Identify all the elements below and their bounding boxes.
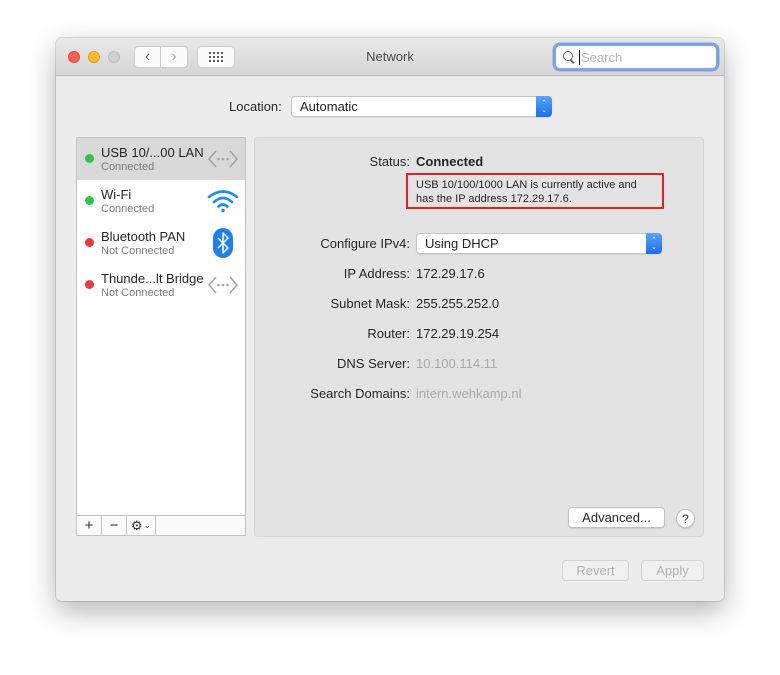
service-status: Connected: [101, 161, 155, 173]
ip-address-value: 172.29.17.6: [416, 266, 485, 281]
search-icon: [562, 50, 576, 64]
question-mark-icon: ?: [682, 511, 689, 526]
location-value: Automatic: [300, 99, 358, 114]
service-item-usb-lan[interactable]: USB 10/...00 LAN Connected: [77, 138, 245, 180]
configure-ipv4-value: Using DHCP: [425, 236, 499, 251]
dns-server-value: 10.100.114.11: [416, 356, 498, 371]
remove-service-button[interactable]: −: [102, 516, 127, 535]
service-name: Bluetooth PAN: [101, 229, 186, 244]
revert-button[interactable]: Revert: [562, 560, 629, 581]
service-status: Connected: [101, 203, 155, 215]
wifi-icon: [207, 187, 239, 215]
search-domains-label: Search Domains:: [310, 386, 410, 401]
title-bar: ‹ › Network: [56, 38, 724, 76]
router-label: Router:: [367, 326, 410, 341]
subnet-mask-value: 255.255.252.0: [416, 296, 500, 311]
ethernet-icon: [207, 145, 239, 173]
service-item-thunderbolt-bridge[interactable]: Thunde...lt Bridge Not Connected: [77, 264, 245, 306]
status-dot-connected: [85, 196, 94, 205]
subnet-mask-label: Subnet Mask:: [330, 296, 411, 311]
popup-chevrons-icon: ⌃ ⌄: [646, 233, 662, 254]
add-service-button[interactable]: +: [77, 516, 102, 535]
service-status: Not Connected: [101, 287, 175, 299]
configure-ipv4-label: Configure IPv4:: [320, 236, 410, 251]
status-label: Status:: [369, 154, 410, 169]
dns-server-label: DNS Server:: [337, 356, 410, 371]
service-item-bluetooth-pan[interactable]: Bluetooth PAN Not Connected: [77, 222, 245, 264]
service-status: Not Connected: [101, 245, 175, 257]
location-popup[interactable]: Automatic ⌃ ⌄: [291, 96, 552, 117]
chevron-down-icon: ⌄: [143, 520, 152, 530]
status-dot-not-connected: [85, 280, 94, 289]
status-value: Connected: [416, 154, 484, 169]
network-preferences-window: ‹ › Network Location: Automatic ⌃⌄ USB 1…: [56, 38, 724, 601]
ethernet-icon: [207, 271, 239, 299]
service-detail-panel: Status: Connected USB 10/100/1000 LAN is…: [254, 137, 704, 537]
service-name: Wi-Fi: [101, 187, 132, 202]
service-list: USB 10/...00 LAN Connected Wi-Fi Connect…: [76, 137, 246, 536]
router-value: 172.29.19.254: [416, 326, 500, 341]
action-menu-button[interactable]: ⚙ ⌄: [127, 516, 156, 535]
service-name: USB 10/...00 LAN: [101, 145, 204, 160]
plus-icon: +: [84, 517, 94, 534]
search-field[interactable]: [555, 45, 717, 69]
help-button[interactable]: ?: [676, 509, 695, 528]
service-item-wifi[interactable]: Wi-Fi Connected: [77, 180, 245, 222]
advanced-button[interactable]: Advanced...: [568, 507, 665, 528]
gear-icon: ⚙: [130, 517, 143, 533]
ip-address-label: IP Address:: [343, 266, 410, 281]
minus-icon: −: [109, 517, 119, 534]
search-input[interactable]: [580, 49, 705, 65]
status-description: USB 10/100/1000 LAN is currently active …: [406, 173, 664, 209]
search-domains-value: intern.wehkamp.nl: [416, 386, 522, 401]
status-dot-not-connected: [85, 238, 94, 247]
status-dot-connected: [85, 154, 94, 163]
configure-ipv4-popup[interactable]: Using DHCP ⌃ ⌄: [416, 233, 662, 254]
bluetooth-icon: [207, 228, 239, 258]
service-name: Thunde...lt Bridge: [101, 271, 204, 286]
location-label: Location:: [229, 99, 282, 114]
service-list-toolbar: + − ⚙ ⌄: [77, 515, 245, 535]
apply-button[interactable]: Apply: [641, 560, 704, 581]
popup-chevrons-icon: ⌃ ⌄: [536, 96, 552, 117]
